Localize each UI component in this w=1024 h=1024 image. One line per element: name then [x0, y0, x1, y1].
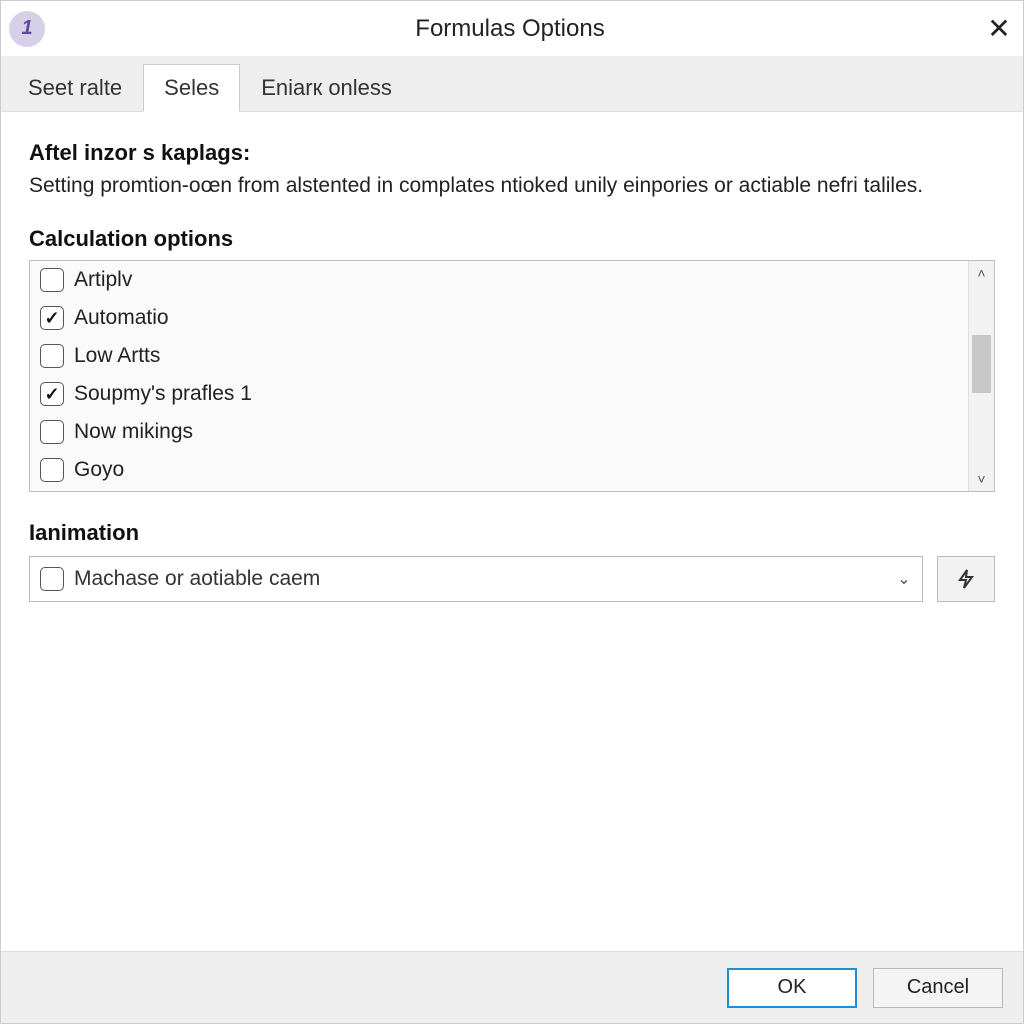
tab-seet-ralte[interactable]: Seet ralte	[7, 64, 143, 112]
tabstrip-background: Seet ralte Seles Eniarк onless	[1, 57, 1023, 112]
scrollbar[interactable]: ˄ ˅	[968, 261, 994, 491]
titlebar: 1 Formulas Options ✕	[1, 1, 1023, 57]
app-icon-glyph: 1	[21, 17, 32, 40]
lightning-icon	[954, 567, 978, 591]
list-item-label: Now mikings	[74, 420, 193, 444]
scroll-down-button[interactable]: ˅	[969, 467, 994, 491]
list-item[interactable]: Now mikings	[30, 413, 968, 451]
calc-heading: Calculation options	[29, 226, 995, 252]
list-item[interactable]: Artiplv	[30, 261, 968, 299]
list-item[interactable]: Soupmy's prafles 1	[30, 375, 968, 413]
anim-combo-text: Machase or aotiable caem	[74, 567, 886, 591]
checkbox[interactable]	[40, 382, 64, 406]
list-item-label: Artiplv	[74, 268, 132, 292]
intro-body: Setting promtion-oœn from alstented in c…	[29, 172, 995, 200]
checkbox[interactable]	[40, 458, 64, 482]
dialog-footer: OK Cancel	[1, 951, 1023, 1023]
list-item-label: Goyo	[74, 458, 124, 482]
anim-heading: Ianimation	[29, 520, 995, 546]
window-title: Formulas Options	[45, 15, 975, 43]
scroll-track[interactable]	[969, 285, 994, 467]
button-label: Cancel	[907, 976, 969, 998]
ok-button[interactable]: OK	[727, 968, 857, 1008]
anim-combo[interactable]: Machase or aotiable caem ⌄	[29, 556, 923, 602]
calc-list: Artiplv Automatio Low Artts Soupmy's pra…	[30, 261, 968, 491]
anim-action-button[interactable]	[937, 556, 995, 602]
tab-label: Eniarк onless	[261, 75, 392, 100]
list-item-label: Soupmy's prafles 1	[74, 382, 252, 406]
checkbox[interactable]	[40, 268, 64, 292]
dialog-window: 1 Formulas Options ✕ Seet ralte Seles En…	[0, 0, 1024, 1024]
close-button[interactable]: ✕	[975, 5, 1023, 53]
chevron-down-icon: ˅	[977, 471, 985, 487]
close-icon: ✕	[987, 12, 1010, 45]
scroll-thumb[interactable]	[972, 335, 991, 393]
app-icon: 1	[9, 11, 45, 47]
checkbox[interactable]	[40, 306, 64, 330]
cancel-button[interactable]: Cancel	[873, 968, 1003, 1008]
list-item[interactable]: Automatio	[30, 299, 968, 337]
tab-seles[interactable]: Seles	[143, 64, 240, 112]
list-item[interactable]: Low Artts	[30, 337, 968, 375]
intro-heading: Aftel inzor s kaplags:	[29, 140, 995, 166]
scroll-up-button[interactable]: ˄	[969, 261, 994, 285]
button-label: OK	[778, 976, 807, 998]
checkbox[interactable]	[40, 420, 64, 444]
tab-label: Seles	[164, 75, 219, 100]
tabstrip: Seet ralte Seles Eniarк onless	[1, 57, 1023, 111]
list-item-label: Automatio	[74, 306, 169, 330]
anim-combo-checkbox[interactable]	[40, 567, 64, 591]
chevron-up-icon: ˄	[977, 265, 985, 281]
calc-listbox: Artiplv Automatio Low Artts Soupmy's pra…	[29, 260, 995, 492]
checkbox[interactable]	[40, 344, 64, 368]
tab-label: Seet ralte	[28, 75, 122, 100]
list-item[interactable]: Goyo	[30, 451, 968, 489]
tab-eniark-onless[interactable]: Eniarк onless	[240, 64, 413, 112]
chevron-down-icon: ⌄	[886, 569, 922, 589]
list-item-label: Low Artts	[74, 344, 160, 368]
anim-row: Machase or aotiable caem ⌄	[29, 556, 995, 602]
tab-content: Aftel inzor s kaplags: Setting promtion-…	[1, 112, 1023, 951]
